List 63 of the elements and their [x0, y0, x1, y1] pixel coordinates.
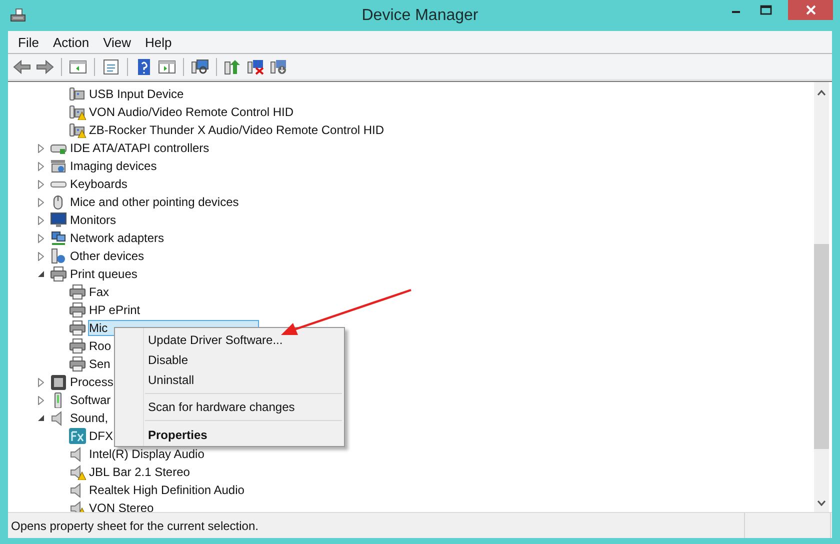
- scrollbar[interactable]: [814, 82, 829, 512]
- context-menu-item[interactable]: Scan for hardware changes: [115, 397, 344, 417]
- printer-icon: [50, 266, 67, 282]
- tree-item[interactable]: Imaging devices: [69, 158, 159, 174]
- tree-item[interactable]: JBL Bar 2.1 Stereo: [88, 464, 192, 480]
- tree-item[interactable]: Roo: [88, 338, 114, 354]
- chip-icon: [50, 374, 67, 390]
- expand-arrow-icon[interactable]: [36, 216, 46, 224]
- scroll-up-icon[interactable]: [817, 90, 826, 96]
- unknown-device-icon: [50, 248, 67, 264]
- tree-item[interactable]: HP ePrint: [88, 302, 142, 318]
- tree-item[interactable]: Network adapters: [69, 230, 166, 246]
- monitor-icon: [50, 212, 67, 228]
- tree-item[interactable]: Print queues: [69, 266, 140, 282]
- close-button[interactable]: [788, 0, 833, 20]
- printer-icon: [69, 356, 86, 372]
- collapse-arrow-icon[interactable]: [36, 270, 46, 278]
- menu-item[interactable]: Action: [46, 34, 96, 50]
- tree-item[interactable]: DFX: [88, 428, 115, 444]
- expand-arrow-icon[interactable]: [36, 144, 46, 152]
- tree-item[interactable]: VON Audio/Video Remote Control HID: [88, 104, 296, 120]
- tree-item[interactable]: Monitors: [69, 212, 118, 228]
- context-menu-item[interactable]: Uninstall: [115, 370, 344, 390]
- printer-icon: [69, 338, 86, 354]
- tree-item[interactable]: Process: [69, 374, 116, 390]
- status-text: Opens property sheet for the current selection.: [10, 518, 260, 532]
- tree-item[interactable]: Other devices: [69, 248, 146, 264]
- expand-arrow-icon[interactable]: [36, 198, 46, 206]
- close-icon: [806, 5, 816, 15]
- menu-item[interactable]: File: [12, 34, 45, 50]
- menu-item[interactable]: Help: [139, 34, 178, 50]
- tree-item[interactable]: Keyboards: [69, 176, 130, 192]
- tree-item[interactable]: IDE ATA/ATAPI controllers: [69, 140, 212, 156]
- device-manager-icon: [10, 8, 26, 24]
- tree-item[interactable]: USB Input Device: [88, 86, 186, 102]
- window-title: Device Manager: [362, 6, 478, 24]
- expand-arrow-icon[interactable]: [36, 252, 46, 260]
- scroll-down-icon[interactable]: [817, 500, 826, 506]
- printer-icon: [69, 320, 86, 336]
- context-menu-item[interactable]: Update Driver Software...: [115, 330, 344, 350]
- tree-item[interactable]: ZB-Rocker Thunder X Audio/Video Remote Control HID: [88, 122, 386, 138]
- tree-item[interactable]: Realtek High Definition Audio: [88, 482, 246, 498]
- camera-icon: [50, 158, 67, 174]
- tree-item[interactable]: Mice and other pointing devices: [69, 194, 241, 210]
- tree-item[interactable]: Sound,: [69, 410, 110, 426]
- context-menu-item[interactable]: Properties: [115, 424, 344, 445]
- expand-arrow-icon[interactable]: [36, 396, 46, 404]
- expand-arrow-icon[interactable]: [36, 180, 46, 188]
- printer-icon: [69, 302, 86, 318]
- tree-item[interactable]: VON Stereo: [88, 500, 156, 512]
- expand-arrow-icon[interactable]: [36, 162, 46, 170]
- expand-arrow-icon[interactable]: [36, 234, 46, 242]
- maximize-icon: [760, 5, 772, 15]
- network-icon: [50, 230, 67, 246]
- expand-arrow-icon[interactable]: [36, 378, 46, 386]
- context-menu-item[interactable]: Disable: [115, 350, 344, 370]
- tree-item[interactable]: Fax: [88, 284, 112, 300]
- printer-icon: [69, 284, 86, 300]
- tree-item[interactable]: Sen: [88, 356, 112, 372]
- menu-item[interactable]: View: [97, 34, 138, 50]
- collapse-arrow-icon[interactable]: [36, 414, 46, 422]
- tree-item[interactable]: Softwar: [69, 392, 113, 408]
- tree-item[interactable]: Intel(R) Display Audio: [88, 446, 206, 462]
